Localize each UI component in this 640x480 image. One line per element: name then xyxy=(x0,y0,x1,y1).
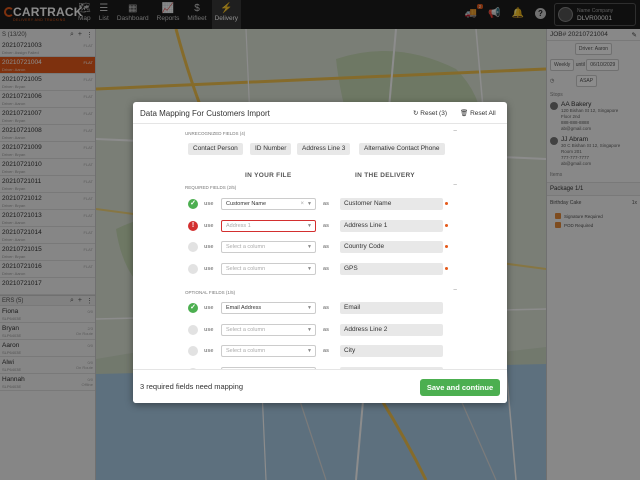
chevron-down-icon: ▼ xyxy=(307,244,312,250)
file-column-select[interactable]: Select a column ▼ xyxy=(221,262,316,275)
field-mapping-row: ✓ use Email Address ▼ as Email xyxy=(133,302,507,315)
unrecognized-fields-label: UNRECOGNIZED FIELDS (4) xyxy=(185,131,246,136)
file-column-value: Select a column xyxy=(226,244,266,250)
field-mapping-row: ! use Address 1 ▼ as Address Line 1 xyxy=(133,219,507,233)
as-label: as xyxy=(323,265,330,272)
delivery-field: GPS xyxy=(340,262,443,275)
file-column-value: Address 1 xyxy=(226,222,251,229)
use-label: use xyxy=(204,326,214,333)
col-header-delivery: IN THE DELIVERY xyxy=(355,172,415,179)
file-column-value: Select a column xyxy=(226,326,266,333)
use-label: use xyxy=(204,348,214,354)
unrecognized-field-chip[interactable]: ID Number xyxy=(250,143,292,155)
chevron-down-icon: ▼ xyxy=(307,201,312,207)
field-mapping-row: use Select a column ▼ as GPS xyxy=(133,262,507,276)
required-indicator xyxy=(445,202,448,205)
file-column-select[interactable]: Customer Name × ▼ xyxy=(221,198,316,210)
mapped-check-icon: ✓ xyxy=(188,303,198,313)
delivery-field: Email xyxy=(340,302,443,314)
col-header-file: IN YOUR FILE xyxy=(245,172,292,179)
required-indicator xyxy=(445,223,448,227)
delivery-field: Customer Name xyxy=(340,198,443,210)
field-mapping-row: use Select a column ▼ as Country Code xyxy=(133,241,507,254)
modal-footer: 3 required fields need mapping Save and … xyxy=(133,369,507,403)
file-column-select[interactable]: Select a column ▼ xyxy=(221,241,316,253)
as-label: as xyxy=(323,222,330,229)
chevron-down-icon: ▼ xyxy=(307,305,312,311)
clear-icon[interactable]: × xyxy=(300,199,304,209)
collapse-optional-icon[interactable]: − xyxy=(453,287,457,294)
trash-icon: 🗑 xyxy=(460,110,469,117)
data-mapping-modal: Data Mapping For Customers Import ↻ Rese… xyxy=(133,102,507,403)
use-label: use xyxy=(204,201,214,207)
as-label: as xyxy=(323,201,330,207)
required-indicator xyxy=(445,245,448,248)
reset-all-label: Reset All xyxy=(470,110,496,117)
modal-title: Data Mapping For Customers Import xyxy=(140,109,270,118)
unrecognized-field-chip[interactable]: Address Line 3 xyxy=(297,143,351,155)
file-column-value: Select a column xyxy=(226,265,266,272)
field-mapping-row: ✓ use Customer Name × ▼ as Customer Name xyxy=(133,198,507,211)
field-mapping-row: use Select a column ▼ as Address Line 2 xyxy=(133,323,507,337)
reset-button[interactable]: ↻ Reset (3) xyxy=(413,109,447,117)
collapse-unrecognized-icon[interactable]: − xyxy=(453,128,457,135)
as-label: as xyxy=(323,348,330,354)
as-label: as xyxy=(323,244,330,250)
modal-body: UNRECOGNIZED FIELDS (4) − Contact Person… xyxy=(133,125,507,369)
error-alert-icon: ! xyxy=(188,220,198,231)
delivery-field: Address Line 1 xyxy=(340,219,443,232)
chevron-down-icon: ▼ xyxy=(307,222,312,229)
optional-fields-label: OPTIONAL FIELDS (1/5) xyxy=(185,290,236,295)
unrecognized-field-chip[interactable]: Alternative Contact Phone xyxy=(359,143,445,155)
chevron-down-icon: ▼ xyxy=(307,348,312,354)
modal-header: Data Mapping For Customers Import ↻ Rese… xyxy=(133,102,507,124)
field-mapping-row: use Select a column ▼ as City xyxy=(133,345,507,358)
delivery-field: Address Line 2 xyxy=(340,323,443,336)
mapping-status: 3 required fields need mapping xyxy=(140,382,243,391)
file-column-select[interactable]: Email Address ▼ xyxy=(221,302,316,314)
save-and-continue-button[interactable]: Save and continue xyxy=(420,379,500,396)
mapped-check-icon: ✓ xyxy=(188,199,198,209)
use-label: use xyxy=(204,244,214,250)
file-column-select[interactable]: Address 1 ▼ xyxy=(221,219,316,232)
collapse-required-icon[interactable]: − xyxy=(453,182,457,189)
delivery-field: City xyxy=(340,345,443,357)
file-column-value: Email Address xyxy=(226,305,262,311)
chevron-down-icon: ▼ xyxy=(307,326,312,333)
unmapped-circle-icon xyxy=(188,242,198,252)
reset-icon: ↻ xyxy=(413,110,419,117)
unmapped-circle-icon xyxy=(188,324,198,335)
file-column-select[interactable]: Select a column ▼ xyxy=(221,345,316,357)
as-label: as xyxy=(323,326,330,333)
unmapped-circle-icon xyxy=(188,263,198,274)
required-indicator xyxy=(445,266,448,270)
file-column-value: Select a column xyxy=(226,348,266,354)
chevron-down-icon: ▼ xyxy=(307,265,312,272)
use-label: use xyxy=(204,305,214,311)
file-column-value: Customer Name xyxy=(226,201,267,207)
delivery-field: Country Code xyxy=(340,241,443,253)
reset-all-button[interactable]: 🗑 Reset All xyxy=(460,109,496,117)
required-fields-label: REQUIRED FIELDS (2/5) xyxy=(185,185,237,190)
use-label: use xyxy=(204,222,214,229)
use-label: use xyxy=(204,265,214,272)
unmapped-circle-icon xyxy=(188,346,198,356)
file-column-select[interactable]: Select a column ▼ xyxy=(221,323,316,336)
as-label: as xyxy=(323,305,330,311)
reset-label: Reset (3) xyxy=(420,110,447,117)
unrecognized-field-chip[interactable]: Contact Person xyxy=(188,143,243,155)
